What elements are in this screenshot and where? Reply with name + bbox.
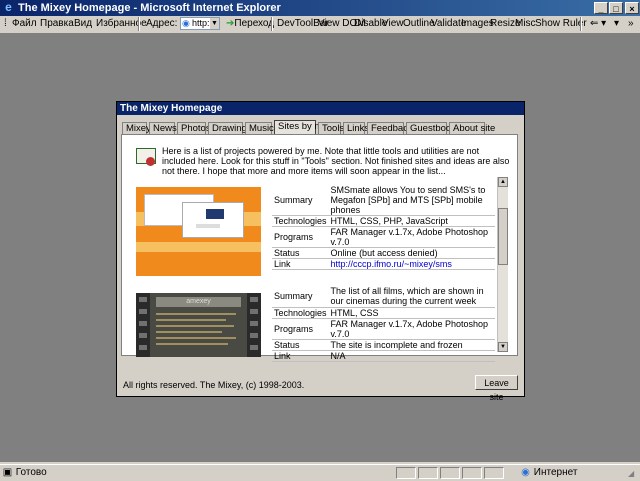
programs-value: FAR Manager v.1.7x, Adobe Photoshop v.7.… <box>328 226 495 248</box>
table-row: Technologies HTML, CSS, PHP, JavaScript <box>272 215 495 227</box>
menu-favorites[interactable]: Избранное <box>94 17 149 31</box>
ie-logo-icon: e <box>5 0 12 14</box>
scroll-down-icon[interactable]: ▼ <box>498 342 508 352</box>
link-label: Link <box>272 258 329 270</box>
technologies-label: Technologies <box>272 215 329 227</box>
copyright-text: All rights reserved. The Mixey, (c) 1998… <box>123 380 305 390</box>
status-cell <box>462 467 482 479</box>
toolbar-chevron-icon[interactable]: » <box>626 17 636 31</box>
tab-links[interactable]: Links <box>343 122 369 134</box>
scroll-up-icon[interactable]: ▲ <box>498 177 508 187</box>
status-zone: ◉ Интернет <box>520 467 577 478</box>
address-label: Адрес: <box>146 18 178 29</box>
panel-scrollbar[interactable]: ▲ ▼ <box>497 177 508 352</box>
page-globe-icon: ◉ <box>182 18 190 28</box>
project-link[interactable]: http://cccp.ifmo.ru/~mixey/sms <box>328 258 495 270</box>
status-zone-text: Интернет <box>533 467 578 478</box>
table-row: Status The site is incomplete and frozen <box>272 339 495 351</box>
status-label: Status <box>272 339 329 351</box>
programs-value: FAR Manager v.1.7x, Adobe Photoshop v.7.… <box>328 318 495 340</box>
tab-mixey[interactable]: Mixey <box>122 122 151 134</box>
tab-news[interactable]: News <box>149 122 177 134</box>
sites-panel: Here is a list of projects powered by me… <box>121 134 518 362</box>
table-row: Summary The list of all films, which are … <box>272 285 495 308</box>
tab-feedback[interactable]: Feedback <box>367 122 413 134</box>
table-row: Summary SMSmate allows You to send SMS's … <box>272 185 495 216</box>
summary-label: Summary <box>272 185 329 216</box>
status-cell <box>440 467 460 479</box>
status-ready: ▣ Готово <box>2 467 47 478</box>
tab-guestbook[interactable]: Guestbook <box>406 122 456 134</box>
status-ready-text: Готово <box>15 467 47 478</box>
go-button[interactable]: ➔Переход <box>224 17 276 31</box>
table-row: Link http://cccp.ifmo.ru/~mixey/sms <box>272 258 495 270</box>
intro-text: Here is a list of projects powered by me… <box>162 146 510 176</box>
status-value: Online (but access denied) <box>328 247 495 259</box>
tab-photos[interactable]: Photos <box>177 122 211 134</box>
technologies-label: Technologies <box>272 307 329 319</box>
project-info-table: Summary The list of all films, which are … <box>272 285 495 362</box>
link-label: Link <box>272 350 329 362</box>
table-row: Programs FAR Manager v.1.7x, Adobe Photos… <box>272 318 495 340</box>
toolbar-separator <box>138 17 140 31</box>
address-value: http: <box>192 18 210 28</box>
status-cell <box>418 467 438 479</box>
browser-toolbar: ⁞ Файл Правка Вид Избранное Адрес: ◉ htt… <box>0 16 640 34</box>
status-cell <box>396 467 416 479</box>
menu-file[interactable]: Файл <box>10 17 39 31</box>
tab-sites-by-me[interactable]: Sites by me <box>274 120 328 135</box>
summary-value: SMSmate allows You to send SMS's to Mega… <box>328 185 495 216</box>
toolbar-separator <box>271 17 273 31</box>
project-screenshot-smsmate[interactable] <box>136 187 261 276</box>
leave-site-button[interactable]: Leave site <box>475 375 518 402</box>
status-bar: ▣ Готово ◉ Интернет ◢ <box>0 464 640 481</box>
minimize-button[interactable]: _ <box>594 2 608 14</box>
project-info-table: Summary SMSmate allows You to send SMS's … <box>272 185 495 270</box>
programs-label: Programs <box>272 226 329 248</box>
menu-file-icon: ⁞ <box>4 18 7 29</box>
menu-edit[interactable]: Правка <box>38 17 76 31</box>
table-row: Programs FAR Manager v.1.7x, Adobe Photos… <box>272 226 495 248</box>
resize-grip-icon[interactable]: ◢ <box>628 469 634 478</box>
status-label: Status <box>272 247 329 259</box>
homepage-dialog: The Mixey Homepage Mixey News Photos Dra… <box>116 101 525 402</box>
project-screenshot-cinema[interactable]: amexey <box>136 293 261 357</box>
internet-globe-icon: ◉ <box>521 467 530 478</box>
tab-drawings[interactable]: Drawings <box>208 122 252 134</box>
address-dropdown-icon[interactable]: ▼ <box>210 18 219 29</box>
summary-value: The list of all films, which are shown i… <box>328 285 495 308</box>
dialog-title: The Mixey Homepage <box>117 102 524 115</box>
address-field[interactable]: ◉ http: ▼ <box>180 17 220 30</box>
back-arrow-icon[interactable]: ⇐ ▾ <box>588 17 608 31</box>
tab-tools[interactable]: Tools <box>318 122 344 134</box>
tab-about-site[interactable]: About site <box>449 122 495 134</box>
toolbar-separator <box>580 17 582 31</box>
technologies-value: HTML, CSS <box>328 307 495 319</box>
go-label: Переход <box>234 18 275 29</box>
summary-label: Summary <box>272 285 329 308</box>
cinema-logo-text: amexey <box>156 297 241 307</box>
page-done-icon: ▣ <box>2 467 13 478</box>
toolbar-dropdown-icon[interactable]: ▾ <box>612 17 621 31</box>
status-cell <box>484 467 504 479</box>
window-titlebar: e The Mixey Homepage - Microsoft Interne… <box>0 0 640 16</box>
programs-label: Programs <box>272 318 329 340</box>
project-link: N/A <box>328 350 495 362</box>
menu-view[interactable]: Вид <box>72 17 94 31</box>
table-row: Status Online (but access denied) <box>272 247 495 259</box>
window-title: The Mixey Homepage - Microsoft Internet … <box>18 2 281 14</box>
status-value: The site is incomplete and frozen <box>328 339 495 351</box>
maximize-button[interactable]: □ <box>609 2 623 14</box>
table-row: Link N/A <box>272 350 495 362</box>
close-button[interactable]: × <box>625 2 639 14</box>
tab-music[interactable]: Music <box>245 122 274 134</box>
technologies-value: HTML, CSS, PHP, JavaScript <box>328 215 495 227</box>
scroll-thumb[interactable] <box>498 208 508 265</box>
certificate-icon <box>136 148 156 166</box>
table-row: Technologies HTML, CSS <box>272 307 495 319</box>
